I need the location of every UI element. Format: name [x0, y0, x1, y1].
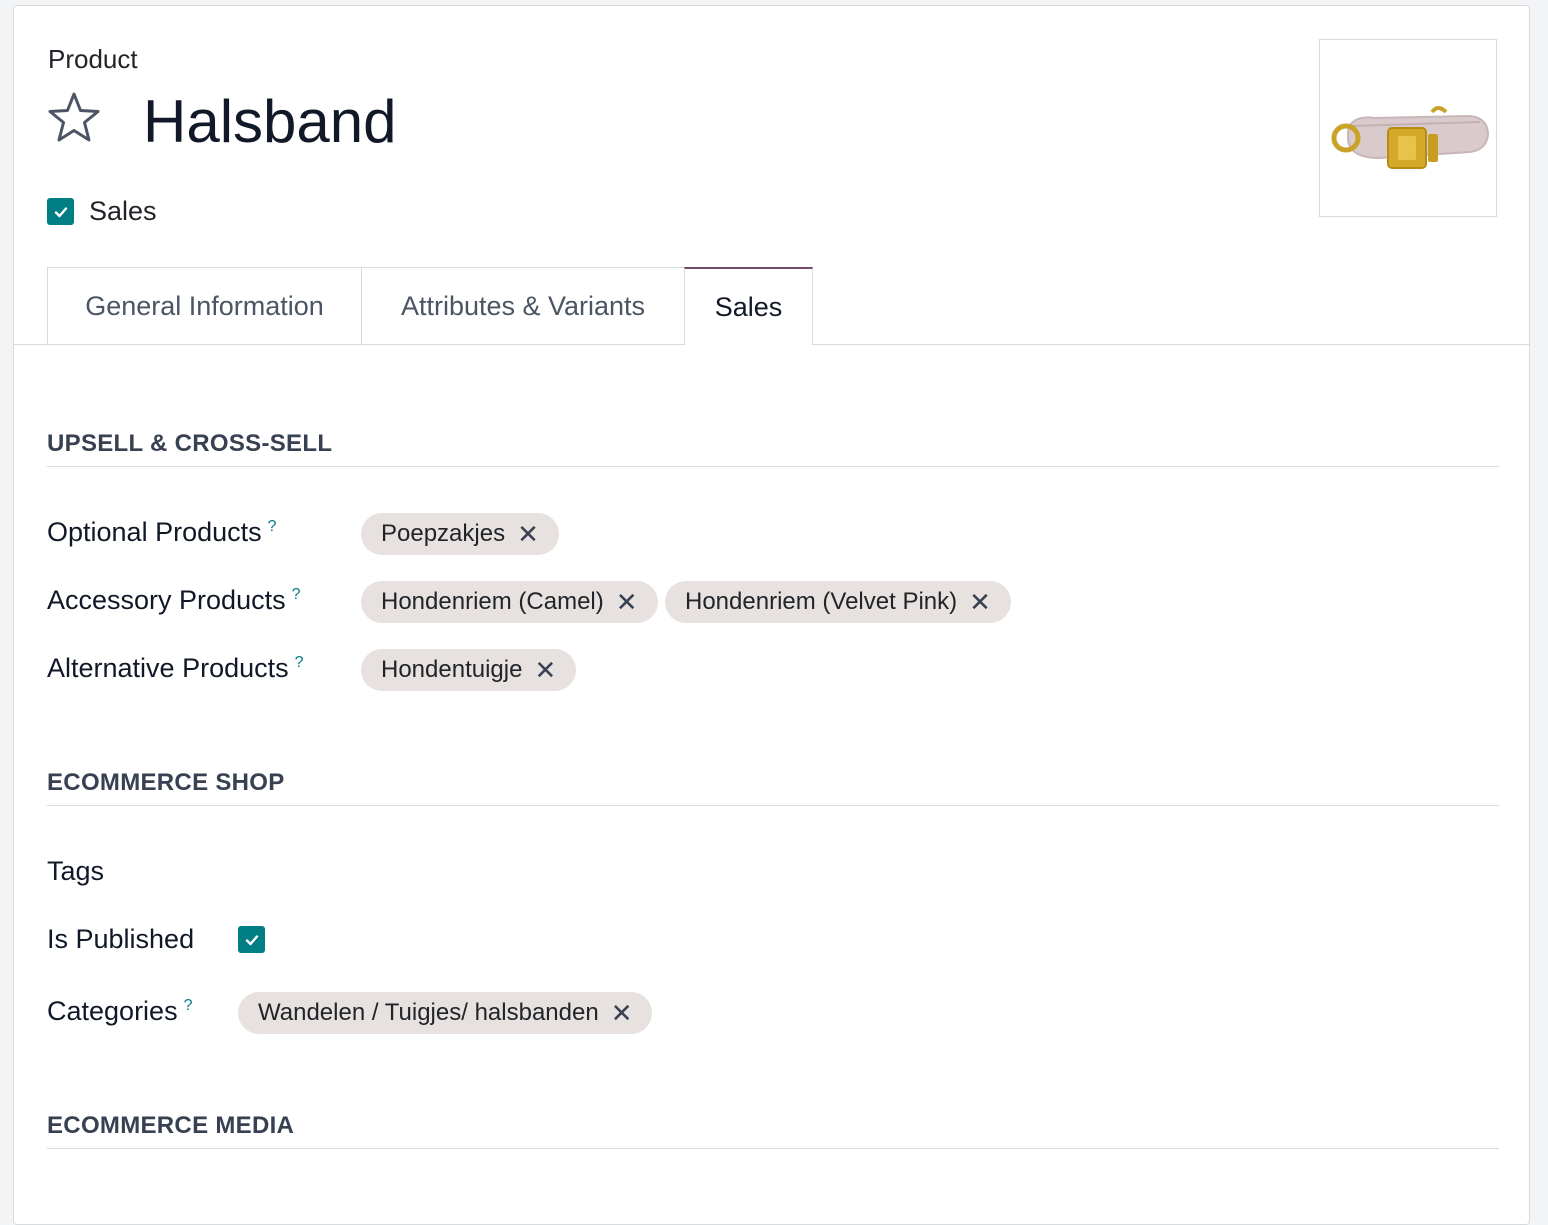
- alternative-products-label: Alternative Products?: [47, 653, 304, 684]
- tag-label: Hondenriem (Camel): [381, 588, 604, 615]
- close-x-icon[interactable]: ✕: [611, 998, 633, 1029]
- categories-label: Categories?: [47, 996, 192, 1027]
- sales-checkbox-label: Sales: [89, 196, 157, 226]
- section-upsell-title: UPSELL & CROSS-SELL: [47, 430, 1499, 467]
- close-x-icon[interactable]: ✕: [616, 587, 638, 618]
- product-title[interactable]: Halsband: [143, 84, 397, 160]
- notebook-tabs: General Information Attributes & Variant…: [14, 267, 1529, 345]
- accessory-products-label: Accessory Products?: [47, 585, 301, 616]
- tag-label: Wandelen / Tuigjes/ halsbanden: [258, 999, 599, 1026]
- optional-products-text: Optional Products: [47, 517, 262, 547]
- close-x-icon[interactable]: ✕: [534, 655, 556, 686]
- tag-label: Hondentuigje: [381, 656, 523, 683]
- star-outline-icon[interactable]: [46, 90, 102, 146]
- collar-image: [1331, 106, 1490, 169]
- breadcrumb-product-label: Product: [48, 44, 138, 74]
- alternative-products-text: Alternative Products: [47, 653, 289, 683]
- tag-alternative-product: Hondentuigje ✕: [361, 649, 577, 691]
- help-icon[interactable]: ?: [184, 997, 193, 1014]
- help-icon[interactable]: ?: [295, 654, 304, 671]
- tab-attributes-variants[interactable]: Attributes & Variants: [361, 267, 685, 344]
- is-published-checkbox[interactable]: [238, 926, 265, 953]
- form-sheet: Product Halsband Sales General Informati…: [13, 5, 1530, 1225]
- check-icon: [245, 934, 258, 945]
- section-ecommerce-shop-title: ECOMMERCE SHOP: [47, 769, 1499, 806]
- tag-category: Wandelen / Tuigjes/ halsbanden ✕: [238, 992, 653, 1034]
- section-ecommerce-media-title: ECOMMERCE MEDIA: [47, 1112, 1499, 1149]
- tag-accessory-product: Hondenriem (Velvet Pink) ✕: [665, 581, 1011, 623]
- help-icon[interactable]: ?: [268, 518, 277, 535]
- check-icon: [54, 206, 67, 217]
- categories-text: Categories: [47, 996, 178, 1026]
- tag-optional-product: Poepzakjes ✕: [361, 513, 559, 555]
- sales-checkbox[interactable]: [47, 198, 74, 225]
- tag-accessory-product: Hondenriem (Camel) ✕: [361, 581, 658, 623]
- product-image[interactable]: [1319, 39, 1497, 217]
- tab-general-information[interactable]: General Information: [47, 267, 362, 344]
- close-x-icon[interactable]: ✕: [969, 587, 991, 618]
- help-icon[interactable]: ?: [292, 586, 301, 603]
- tag-label: Poepzakjes: [381, 520, 506, 547]
- tags-label: Tags: [47, 856, 105, 886]
- optional-products-label: Optional Products?: [47, 517, 277, 548]
- is-published-label: Is Published: [47, 924, 195, 954]
- close-x-icon[interactable]: ✕: [517, 519, 539, 550]
- accessory-products-text: Accessory Products: [47, 585, 286, 615]
- tab-sales[interactable]: Sales: [684, 267, 813, 345]
- tag-label: Hondenriem (Velvet Pink): [685, 588, 958, 615]
